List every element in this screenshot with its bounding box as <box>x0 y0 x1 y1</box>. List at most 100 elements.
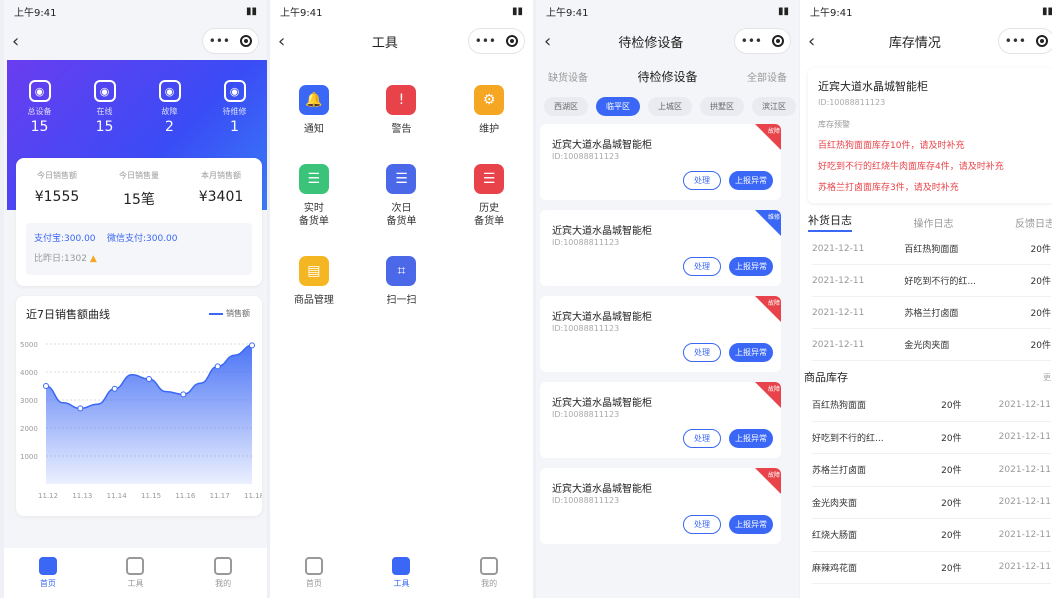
report-button[interactable]: 上报异常 <box>729 171 773 190</box>
sales-line-chart: 1000 2000 3000 4000 5000 11.12 11.13 11.14 11.15… <box>20 341 262 500</box>
device-card[interactable]: 近宾大道水晶城智能柜 ID:10088811123 故障 处理 上报异常 <box>540 468 781 544</box>
tool-7[interactable]: ⌗ 扫一扫 <box>358 256 446 307</box>
district-chip[interactable]: 拱墅区 <box>700 96 744 116</box>
warning-line: 苏格兰打卤面库存3件，请及时补充 <box>818 183 959 193</box>
close-target-icon[interactable] <box>1036 35 1048 47</box>
status-badge: 维修 <box>767 214 780 221</box>
more-link[interactable]: 更多 <box>1043 372 1052 383</box>
report-button[interactable]: 上报异常 <box>729 257 773 276</box>
tab-out-of-stock[interactable]: 缺货设备 <box>548 69 588 84</box>
stat-0[interactable]: ◉ 总设备 15 <box>10 80 70 135</box>
tool-1[interactable]: ! 警告 <box>358 85 446 136</box>
more-icon[interactable]: ••• <box>741 34 762 48</box>
back-icon[interactable]: ‹ <box>544 31 568 52</box>
bag-icon: ▤ <box>298 256 329 286</box>
log-date: 2021-12-11 <box>812 339 865 350</box>
tab-pending-repair[interactable]: 待检修设备 <box>637 68 697 85</box>
district-chips: 西湖区 临平区 上城区 拱墅区 滨江区 <box>536 92 799 120</box>
tool-0[interactable]: 🔔 通知 <box>270 85 358 136</box>
inventory-name: 红烧大肠面 <box>812 531 858 542</box>
handle-button[interactable]: 处理 <box>683 257 721 276</box>
stat-3[interactable]: ◉ 待维修 1 <box>205 80 265 135</box>
warning-icon: ! <box>386 85 417 115</box>
report-button[interactable]: 上报异常 <box>729 429 773 448</box>
tab-tools[interactable]: 工具 <box>371 557 431 589</box>
report-button[interactable]: 上报异常 <box>729 515 773 534</box>
sales-metric: 本月销售额 ¥3401 <box>181 170 261 209</box>
tool-2[interactable]: ⚙ 维护 <box>445 85 533 136</box>
page-title: 库存情况 <box>888 35 941 51</box>
tab-me[interactable]: 我的 <box>459 557 519 589</box>
data-point <box>146 376 152 382</box>
document-icon: ☰ <box>298 164 329 194</box>
log-qty: 20件 <box>1030 245 1051 255</box>
close-target-icon[interactable] <box>239 35 252 47</box>
tab-label: 我的 <box>215 579 232 588</box>
more-icon[interactable]: ••• <box>209 34 230 48</box>
tool-6[interactable]: ▤ 商品管理 <box>270 256 358 307</box>
page-title: 待检修设备 <box>618 35 684 51</box>
data-point <box>249 342 255 349</box>
back-icon[interactable]: ‹ <box>808 31 832 52</box>
back-icon[interactable]: ‹ <box>278 31 302 52</box>
more-icon[interactable]: ••• <box>475 34 496 48</box>
inventory-name: 金光肉夹面 <box>812 498 858 509</box>
stat-2[interactable]: ◉ 故障 2 <box>140 80 200 135</box>
handle-button[interactable]: 处理 <box>683 343 721 362</box>
tab-label: 工具 <box>127 579 144 588</box>
back-icon[interactable]: ‹ <box>12 31 36 52</box>
nav-bar: ‹ 工具 ••• <box>270 22 533 60</box>
handle-button[interactable]: 处理 <box>683 429 721 448</box>
mini-capsule[interactable]: ••• <box>733 28 791 54</box>
tool-label: 维护 <box>479 124 500 135</box>
close-target-icon[interactable] <box>772 35 784 47</box>
tool-5[interactable]: ☰ 历史 备货单 <box>445 164 533 228</box>
device-card[interactable]: 近宾大道水晶城智能柜 ID:10088811123 故障 处理 上报异常 <box>540 124 781 200</box>
tab-restock-log[interactable]: 补货日志 <box>808 212 852 232</box>
handle-button[interactable]: 处理 <box>683 171 721 190</box>
tab-bar: 首页 工具 我的 <box>270 548 533 598</box>
tool-3[interactable]: ☰ 实时 备货单 <box>270 164 358 228</box>
tab-operation-log[interactable]: 操作日志 <box>914 215 954 230</box>
log-qty: 20件 <box>1030 341 1051 351</box>
device-card[interactable]: 近宾大道水晶城智能柜 ID:10088811123 故障 处理 上报异常 <box>540 296 781 372</box>
log-name: 百红热狗面面 <box>904 245 959 255</box>
district-chip[interactable]: 西湖区 <box>544 96 588 116</box>
close-target-icon[interactable] <box>506 35 518 47</box>
status-badge: 故障 <box>767 300 780 307</box>
inventory-section-header: 商品库存 更多 <box>800 365 1052 389</box>
inventory-row: 红烧大肠面 20件 2021-12-11 <box>812 519 1051 552</box>
device-card[interactable]: 近宾大道水晶城智能柜 ID:10088811123 故障 处理 上报异常 <box>540 382 781 458</box>
status-bar: 上午9:41 ▮▮ <box>270 0 533 22</box>
district-chip[interactable]: 上城区 <box>648 96 692 116</box>
district-chip[interactable]: 滨江区 <box>752 96 796 116</box>
report-button[interactable]: 上报异常 <box>729 343 773 362</box>
mini-capsule[interactable]: ••• <box>997 28 1052 54</box>
stat-label: 总设备 <box>27 107 52 116</box>
device-name: 近宾大道水晶城智能柜 <box>552 312 652 323</box>
inventory-list: 百红热狗面面 20件 2021-12-11 好吃到不行的红... 20件 2021-12-… <box>800 389 1052 584</box>
inventory-date: 2021-12-11 <box>998 399 1051 410</box>
tab-home[interactable]: 首页 <box>284 557 344 589</box>
device-tabs: 缺货设备 待检修设备 全部设备 <box>536 60 799 92</box>
handle-button[interactable]: 处理 <box>683 515 721 534</box>
tab-tools[interactable]: 工具 <box>105 557 165 589</box>
inventory-qty: 20件 <box>941 401 962 412</box>
tool-4[interactable]: ☰ 次日 备货单 <box>358 164 446 228</box>
inventory-row: 苏格兰打卤面 20件 2021-12-11 <box>812 454 1051 487</box>
tool-label: 实时 备货单 <box>298 203 329 227</box>
tab-feedback-log[interactable]: 反馈日志 <box>1015 215 1052 230</box>
mini-capsule[interactable]: ••• <box>467 28 525 54</box>
tab-me[interactable]: 我的 <box>193 557 253 589</box>
mini-capsule[interactable]: ••• <box>201 28 259 54</box>
device-card[interactable]: 近宾大道水晶城智能柜 ID:10088811123 维修 处理 上报异常 <box>540 210 781 286</box>
tab-home[interactable]: 首页 <box>18 557 78 589</box>
device-name: 近宾大道水晶城智能柜 <box>552 398 652 409</box>
stat-1[interactable]: ◉ 在线 15 <box>75 80 135 135</box>
more-icon[interactable]: ••• <box>1005 34 1026 48</box>
tab-label: 工具 <box>393 579 410 588</box>
district-chip[interactable]: 临平区 <box>596 96 640 116</box>
log-row: 2021-12-11 好吃到不行的红... 20件 <box>812 265 1051 297</box>
tab-all-devices[interactable]: 全部设备 <box>747 69 787 84</box>
scan-icon: ⌗ <box>386 256 417 286</box>
